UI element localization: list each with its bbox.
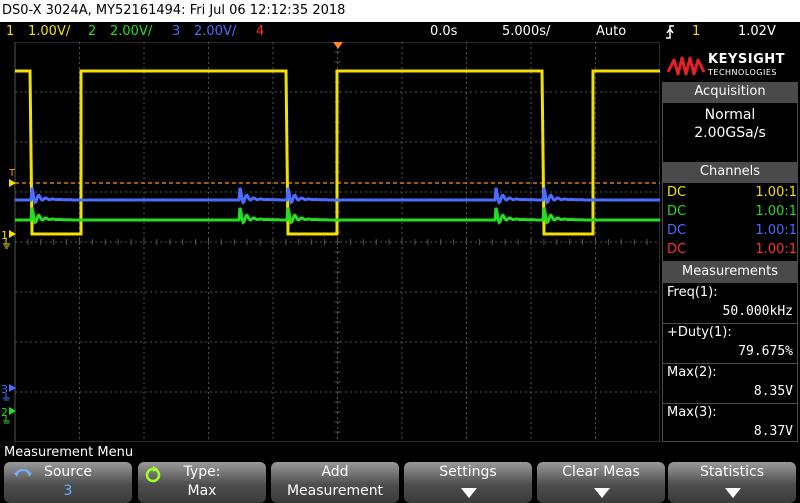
- ch3-probe: 1.00:1: [755, 223, 797, 238]
- ch3-number[interactable]: 3: [172, 22, 180, 42]
- softkey-type-label: Type:: [183, 464, 221, 480]
- channel-row-3: DC 1.00:1: [667, 223, 797, 238]
- title-bar: DS0-X 3024A, MY52161494: Fri Jul 06 12:1…: [0, 0, 800, 22]
- trigger-level[interactable]: 1.02V: [738, 22, 776, 42]
- trigger-source[interactable]: 1: [692, 22, 700, 42]
- measurement-max3: Max(3): 8.37V: [663, 403, 797, 443]
- softkey-source-label: Source: [43, 464, 93, 480]
- logo-line2: TECHNOLOGIES: [708, 68, 777, 77]
- ch2-number[interactable]: 2: [88, 22, 96, 42]
- ch2-scale[interactable]: 2.00V/: [110, 22, 152, 42]
- max2-label: Max(2):: [667, 365, 717, 380]
- softkey-statistics[interactable]: Statistics: [668, 462, 796, 503]
- channel-row-1: DC 1.00:1: [667, 185, 797, 200]
- submenu-arrow-icon: [725, 488, 741, 498]
- measurement-freq: Freq(1): 50.000kHz: [663, 283, 797, 324]
- max2-value: 8.35V: [753, 384, 793, 399]
- ch1-ground-marker[interactable]: 1: [1, 229, 8, 242]
- ch2-probe: 1.00:1: [755, 204, 797, 219]
- measurements-header: Measurements: [662, 262, 798, 282]
- softkey-source[interactable]: Source 3: [4, 462, 132, 503]
- measurement-max2: Max(2): 8.35V: [663, 363, 797, 404]
- ch3-coupling: DC: [667, 223, 687, 238]
- measurement-label: Freq(1):: [667, 285, 718, 300]
- acquisition-box[interactable]: Normal 2.00GSa/s: [662, 102, 798, 164]
- measurements-box[interactable]: Freq(1): 50.000kHz +Duty(1): 79.675% Max…: [662, 282, 798, 442]
- ch4-number[interactable]: 4: [256, 22, 264, 42]
- softkey-settings[interactable]: Settings: [404, 462, 532, 503]
- submenu-arrow-icon: [594, 488, 610, 498]
- acquisition-mode: Normal: [704, 107, 756, 123]
- menu-title: Measurement Menu: [0, 444, 800, 462]
- right-info-panel: KEYSIGHT TECHNOLOGIES Acquisition Normal…: [660, 42, 800, 442]
- softkey-type-value: Max: [187, 483, 217, 499]
- acquisition-rate: 2.00GSa/s: [694, 125, 766, 141]
- softkey-clear-label: Clear Meas: [562, 464, 640, 480]
- title-text: DS0-X 3024A, MY52161494: Fri Jul 06 12:1…: [2, 3, 346, 18]
- acquisition-header: Acquisition: [662, 82, 798, 102]
- ch4-probe: 1.00:1: [755, 242, 797, 257]
- channel-row-4: DC 1.00:1: [667, 242, 797, 257]
- freq-value: 50.000kHz: [722, 304, 793, 319]
- softkey-source-value: 3: [63, 483, 73, 499]
- max3-label: Max(3):: [667, 405, 717, 420]
- waveform-display[interactable]: T 1 3 2: [0, 42, 660, 442]
- channel-row-2: DC 1.00:1: [667, 204, 797, 219]
- softkey-add-measurement[interactable]: Add Measurement: [271, 462, 399, 503]
- softkey-type[interactable]: Type: Max: [138, 462, 266, 503]
- duty-value: 79.675%: [738, 344, 793, 359]
- softkey-add-label: Add: [321, 464, 349, 480]
- ch3-scale[interactable]: 2.00V/: [194, 22, 236, 42]
- max3-value: 8.37V: [753, 424, 793, 439]
- delay-readout[interactable]: 0.0s: [430, 22, 457, 42]
- trigger-level-marker-label[interactable]: T: [8, 168, 16, 179]
- keysight-wave-icon: [666, 56, 706, 76]
- timebase-readout[interactable]: 5.000s/: [502, 22, 550, 42]
- ch2-ground-marker[interactable]: 2: [1, 406, 8, 419]
- duty-label: +Duty(1):: [667, 325, 732, 340]
- ch3-ground-marker[interactable]: 3: [1, 383, 8, 396]
- measurement-duty: +Duty(1): 79.675%: [663, 323, 797, 364]
- softkey-statistics-label: Statistics: [700, 464, 764, 480]
- channels-box[interactable]: DC 1.00:1 DC 1.00:1 DC 1.00:1 DC 1.00:1: [662, 182, 798, 262]
- keysight-logo: KEYSIGHT TECHNOLOGIES: [664, 48, 798, 84]
- freq-label: Freq(1):: [667, 285, 718, 300]
- ch4-coupling: DC: [667, 242, 687, 257]
- submenu-arrow-icon: [461, 488, 477, 498]
- ch1-coupling: DC: [667, 185, 687, 200]
- softkey-clear-meas[interactable]: Clear Meas: [537, 462, 665, 503]
- channels-header: Channels: [662, 162, 798, 182]
- ch1-number[interactable]: 1: [6, 22, 14, 42]
- softkey-settings-label: Settings: [439, 464, 497, 480]
- ch1-scale[interactable]: 1.00V/: [28, 22, 70, 42]
- ch2-coupling: DC: [667, 204, 687, 219]
- logo-line1: KEYSIGHT: [708, 52, 785, 67]
- status-bar: 1 1.00V/ 2 2.00V/ 3 2.00V/ 4 0.0s 5.000s…: [0, 22, 800, 42]
- ch1-probe: 1.00:1: [755, 185, 797, 200]
- trigger-mode[interactable]: Auto: [596, 22, 626, 42]
- softkey-add-label2: Measurement: [286, 483, 384, 499]
